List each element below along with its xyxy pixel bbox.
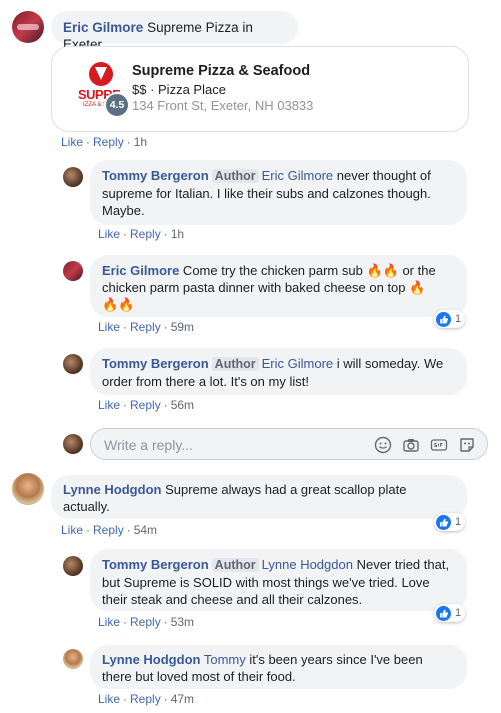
mention-link[interactable]: Eric Gilmore xyxy=(262,168,334,183)
like-link[interactable]: Like xyxy=(98,615,120,629)
timestamp[interactable]: 1h xyxy=(171,227,184,241)
gif-icon[interactable] xyxy=(430,436,448,454)
reply-actions: Like · Reply · 53m xyxy=(98,615,195,629)
pizza-slice-icon xyxy=(89,62,113,86)
reaction-number: 1 xyxy=(455,516,462,528)
timestamp[interactable]: 59m xyxy=(171,320,194,334)
reply-author[interactable]: Tommy Bergeron xyxy=(102,356,209,371)
author-badge: Author xyxy=(211,169,259,183)
rating-badge: 4.5 xyxy=(104,92,130,118)
fire-emoji: 🔥🔥 xyxy=(366,263,399,278)
reply-author[interactable]: Eric Gilmore xyxy=(102,263,179,278)
reaction-count[interactable]: 1 xyxy=(434,310,466,328)
reply-actions: Like · Reply · 59m xyxy=(98,320,195,334)
reply-bubble: Lynne Hodgdon Tommy it's been years sinc… xyxy=(90,645,467,689)
reply-bubble: Tommy Bergeron Author Eric Gilmore never t… xyxy=(90,160,467,225)
like-link[interactable]: Like xyxy=(98,398,120,412)
reaction-number: 1 xyxy=(455,607,462,619)
avatar[interactable] xyxy=(63,167,83,187)
current-user-avatar xyxy=(63,434,83,454)
like-link[interactable]: Like xyxy=(61,135,83,149)
timestamp[interactable]: 1h xyxy=(134,135,147,149)
reply-link[interactable]: Reply xyxy=(93,135,124,149)
reply-link[interactable]: Reply xyxy=(93,523,124,537)
avatar[interactable] xyxy=(63,556,83,576)
reply-author[interactable]: Tommy Bergeron xyxy=(102,557,209,572)
reply-actions: Like · Reply · 47m xyxy=(98,692,195,706)
reply-bubble: Eric Gilmore Come try the chicken parm s… xyxy=(90,255,467,317)
fire-emoji: 🔥🔥 xyxy=(102,297,135,312)
reply-link[interactable]: Reply xyxy=(130,692,161,706)
reply-link[interactable]: Reply xyxy=(130,320,161,334)
reply-bubble: Tommy Bergeron Author Eric Gilmore i will … xyxy=(90,348,467,395)
reaction-number: 1 xyxy=(455,313,462,325)
timestamp[interactable]: 53m xyxy=(171,615,194,629)
comment-author[interactable]: Eric Gilmore xyxy=(63,20,143,35)
comment-author[interactable]: Lynne Hodgdon xyxy=(63,482,161,497)
avatar[interactable] xyxy=(63,354,83,374)
fire-emoji: 🔥 xyxy=(409,280,426,295)
page-preview-card[interactable]: SUPRE IZZA & SE 4.5 Supreme Pizza & Seaf… xyxy=(51,46,469,132)
timestamp[interactable]: 47m xyxy=(171,692,194,706)
avatar[interactable] xyxy=(12,473,44,505)
reply-author[interactable]: Lynne Hodgdon xyxy=(102,652,200,667)
author-badge: Author xyxy=(211,558,259,572)
sticker-icon[interactable] xyxy=(458,436,476,454)
like-link[interactable]: Like xyxy=(98,320,120,334)
timestamp[interactable]: 56m xyxy=(171,398,194,412)
page-category: $$ · Pizza Place xyxy=(132,82,226,97)
emoji-icon[interactable] xyxy=(374,436,392,454)
reply-input[interactable] xyxy=(102,436,356,454)
mention-link[interactable]: Tommy xyxy=(204,652,246,667)
avatar[interactable] xyxy=(12,11,44,43)
like-reaction-icon xyxy=(436,514,451,530)
reaction-count[interactable]: 1 xyxy=(434,513,466,531)
reply-author[interactable]: Tommy Bergeron xyxy=(102,168,209,183)
avatar[interactable] xyxy=(63,261,83,281)
reaction-count[interactable]: 1 xyxy=(434,604,466,622)
author-badge: Author xyxy=(211,357,259,371)
reply-link[interactable]: Reply xyxy=(130,615,161,629)
like-link[interactable]: Like xyxy=(98,227,120,241)
mention-link[interactable]: Eric Gilmore xyxy=(262,356,334,371)
comment-bubble: Eric Gilmore Supreme Pizza in Exeter xyxy=(51,11,298,52)
reply-text: Come try the chicken parm sub xyxy=(179,263,367,278)
reply-box[interactable] xyxy=(90,428,488,460)
comment-actions: Like · Reply · 54m xyxy=(61,523,158,537)
comment-bubble: Lynne Hodgdon Supreme always had a great… xyxy=(51,475,467,519)
mention-link[interactable]: Lynne Hodgdon xyxy=(262,557,353,572)
avatar[interactable] xyxy=(63,649,83,669)
page-address: 134 Front St, Exeter, NH 03833 xyxy=(132,98,314,113)
camera-icon[interactable] xyxy=(402,436,420,454)
reply-actions: Like · Reply · 1h xyxy=(98,227,185,241)
rating-value: 4.5 xyxy=(109,99,125,111)
like-link[interactable]: Like xyxy=(98,692,120,706)
reply-link[interactable]: Reply xyxy=(130,227,161,241)
comment-actions: Like · Reply · 1h xyxy=(61,135,148,149)
reply-actions: Like · Reply · 56m xyxy=(98,398,195,412)
like-link[interactable]: Like xyxy=(61,523,83,537)
reply-link[interactable]: Reply xyxy=(130,398,161,412)
timestamp[interactable]: 54m xyxy=(134,523,157,537)
reply-bubble: Tommy Bergeron Author Lynne Hodgdon Never … xyxy=(90,549,467,611)
like-reaction-icon xyxy=(436,311,451,327)
like-reaction-icon xyxy=(436,605,451,621)
page-name[interactable]: Supreme Pizza & Seafood xyxy=(132,63,310,79)
